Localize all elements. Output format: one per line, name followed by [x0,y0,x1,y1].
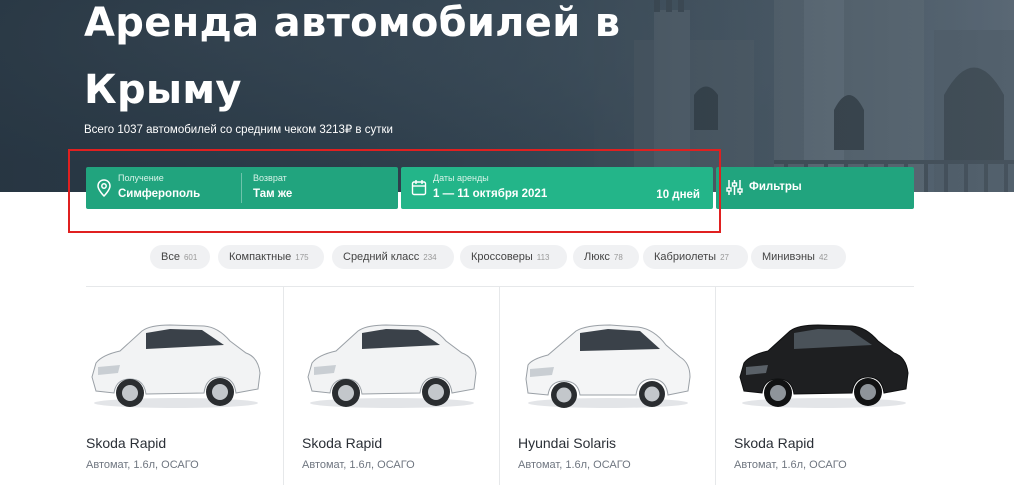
filters-button[interactable]: Фильтры [716,167,914,209]
chip-label: Компактные [229,251,292,263]
car-name: Skoda Rapid [734,435,815,451]
chip-count: 601 [183,253,198,262]
car-image [307,324,477,408]
car-card[interactable]: Skoda Rapid Автомат, 1.6л, ОСАГО [86,287,302,485]
chip-count: 113 [536,253,550,262]
category-chip-luxury[interactable]: Люкс 78 [573,245,639,269]
dates-label: Даты аренды [433,173,489,183]
chip-label: Минивэны [762,251,815,263]
car-card[interactable]: Skoda Rapid Автомат, 1.6л, ОСАГО [734,287,950,485]
car-specs: Автомат, 1.6л, ОСАГО [86,459,199,471]
category-chip-all[interactable]: Все 601 [150,245,210,269]
return-field[interactable]: Возврат Там же [253,173,292,202]
chip-count: 27 [720,253,729,262]
car-name: Hyundai Solaris [518,435,617,451]
chip-count: 234 [423,253,437,262]
car-card[interactable]: Skoda Rapid Автомат, 1.6л, ОСАГО [302,287,518,485]
car-specs: Автомат, 1.6л, ОСАГО [734,459,847,471]
chip-label: Средний класс [343,251,420,263]
chip-count: 78 [613,253,623,262]
car-card[interactable]: Hyundai Solaris Автомат, 1.6л, ОСАГО [518,287,734,485]
page-subtitle: Всего 1037 автомобилей со средним чеком … [84,124,393,136]
location-pin-icon [97,179,111,197]
dates-value: 1 — 11 октября 2021 [433,188,548,200]
pickup-field[interactable]: Получение Симферополь [118,173,200,202]
location-selector: Получение Симферополь Возврат Там же [86,167,398,209]
chip-count: 175 [295,253,309,262]
car-image [525,324,691,408]
dates-selector[interactable]: Даты аренды 1 — 11 октября 2021 10 дней [401,167,713,209]
filter-sliders-icon [726,180,743,195]
car-specs: Автомат, 1.6л, ОСАГО [518,459,631,471]
return-value: Там же [253,188,293,200]
pickup-label: Получение [118,173,164,183]
return-label: Возврат [253,173,287,183]
chip-label: Кабриолеты [654,251,717,263]
chip-label: Кроссоверы [471,251,533,263]
car-specs: Автомат, 1.6л, ОСАГО [302,459,415,471]
filters-label: Фильтры [749,181,802,193]
car-image [91,324,261,408]
car-name: Skoda Rapid [86,435,167,451]
chip-count: 42 [818,253,828,262]
calendar-icon [411,180,427,196]
chip-label: Люкс [584,251,610,263]
category-chip-compact[interactable]: Компактные 175 [218,245,324,269]
car-image [739,324,909,408]
field-divider [241,173,242,203]
category-chip-convertibles[interactable]: Кабриолеты 27 [643,245,748,269]
page-title-line-2: Крыму [84,67,242,113]
rental-days: 10 дней [656,189,700,201]
category-chip-crossovers[interactable]: Кроссоверы 113 [460,245,567,269]
category-chip-minivans[interactable]: Минивэны 42 [751,245,846,269]
car-name: Skoda Rapid [302,435,383,451]
chip-label: Все [161,251,180,263]
dates-field: Даты аренды 1 — 11 октября 2021 [433,173,547,202]
category-chip-midsize[interactable]: Средний класс 234 [332,245,454,269]
page-title-line-1: Аренда автомобилей в [84,0,621,46]
pickup-value: Симферополь [118,188,201,200]
